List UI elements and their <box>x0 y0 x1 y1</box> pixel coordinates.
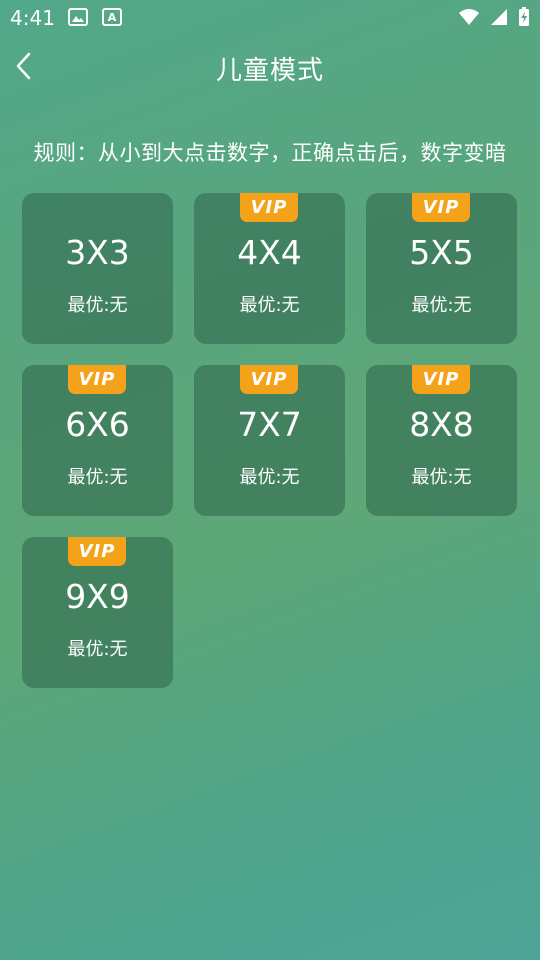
page-title: 儿童模式 <box>215 56 324 86</box>
level-card-3x3[interactable]: 3X3 最优:无 <box>22 193 173 344</box>
image-icon <box>68 8 88 30</box>
status-bar: 4:41 A <box>0 0 540 36</box>
vip-badge: VIP <box>68 537 126 566</box>
level-best-score: 最优:无 <box>411 467 472 488</box>
level-card-9x9[interactable]: VIP 9X9 最优:无 <box>22 537 173 688</box>
level-best-score: 最优:无 <box>67 295 128 316</box>
vip-badge: VIP <box>412 365 470 394</box>
level-card-7x7[interactable]: VIP 7X7 最优:无 <box>194 365 345 516</box>
level-best-score: 最优:无 <box>239 295 300 316</box>
status-right-icons <box>458 7 530 31</box>
vip-badge: VIP <box>412 193 470 222</box>
level-size: 5X5 <box>409 233 474 272</box>
svg-text:A: A <box>108 11 117 24</box>
level-size: 3X3 <box>65 233 130 272</box>
wifi-icon <box>458 8 480 30</box>
status-time: 4:41 <box>10 6 55 30</box>
battery-icon <box>518 7 530 31</box>
signal-icon <box>490 8 508 30</box>
level-card-4x4[interactable]: VIP 4X4 最优:无 <box>194 193 345 344</box>
level-size: 7X7 <box>237 405 302 444</box>
app-header: 儿童模式 <box>0 36 540 98</box>
level-size: 6X6 <box>65 405 130 444</box>
font-icon: A <box>102 8 122 30</box>
level-best-score: 最优:无 <box>239 467 300 488</box>
level-best-score: 最优:无 <box>411 295 472 316</box>
vip-badge: VIP <box>240 365 298 394</box>
level-card-8x8[interactable]: VIP 8X8 最优:无 <box>366 365 517 516</box>
level-best-score: 最优:无 <box>67 639 128 660</box>
level-size: 4X4 <box>237 233 302 272</box>
level-size: 9X9 <box>65 577 130 616</box>
rules-text: 规则：从小到大点击数字，正确点击后，数字变暗 <box>33 141 507 165</box>
level-size: 8X8 <box>409 405 474 444</box>
level-card-6x6[interactable]: VIP 6X6 最优:无 <box>22 365 173 516</box>
vip-badge: VIP <box>68 365 126 394</box>
status-left-icons: A <box>68 8 122 30</box>
level-card-5x5[interactable]: VIP 5X5 最优:无 <box>366 193 517 344</box>
level-best-score: 最优:无 <box>67 467 128 488</box>
vip-badge: VIP <box>240 193 298 222</box>
